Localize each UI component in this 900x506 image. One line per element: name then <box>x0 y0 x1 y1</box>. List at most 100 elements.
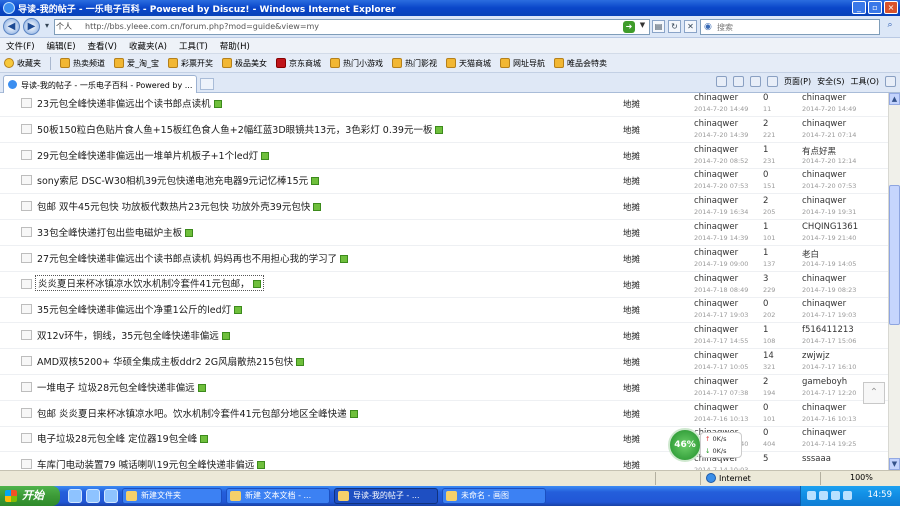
forum-link[interactable]: 地摊 <box>623 304 640 316</box>
close-button[interactable]: × <box>884 1 898 14</box>
taskbar-button-ie[interactable]: 导读-我的帖子 - ... <box>334 488 438 504</box>
forum-link[interactable]: 地摊 <box>623 279 640 291</box>
help-button[interactable] <box>885 76 896 87</box>
scroll-up-icon[interactable]: ▲ <box>889 93 900 105</box>
menu-edit[interactable]: 编辑(E) <box>47 40 76 52</box>
last-post-date[interactable]: 2014-7-17 15:06 <box>802 337 856 345</box>
author-link[interactable]: chinaqwer <box>694 119 738 129</box>
taskbar-button-paint[interactable]: 未命名 - 画图 <box>442 488 546 504</box>
author-link[interactable]: chinaqwer <box>694 299 738 309</box>
fav-item[interactable]: 热卖频道 <box>60 58 105 69</box>
thread-title-link[interactable]: 23元包全峰快递非偏远出个读书郎点读机 <box>37 96 222 110</box>
history-dropdown-icon[interactable]: ▾ <box>42 20 52 33</box>
zoom-level[interactable]: 100% <box>850 473 873 482</box>
forum-link[interactable]: 地摊 <box>623 408 640 420</box>
address-url[interactable]: http://bbs.yleee.com.cn/forum.php?mod=gu… <box>85 22 319 31</box>
search-icon[interactable]: ⌕ <box>883 20 897 34</box>
speed-gauge[interactable]: 46% <box>668 428 702 462</box>
last-poster-link[interactable]: chinaqwer <box>802 299 846 309</box>
thread-title-link[interactable]: 29元包全峰快递非偏远出一堆单片机板子+1个led灯 <box>37 148 270 162</box>
last-poster-link[interactable]: sssaaa <box>802 454 831 464</box>
last-post-date[interactable]: 2014-7-21 07:14 <box>802 131 856 139</box>
page-menu[interactable]: 页面(P) <box>784 76 811 87</box>
table-row[interactable]: sony索尼 DSC-W30相机39元包快递电池充电器9元记忆棒15元 地摊 chi… <box>0 168 888 195</box>
forum-link[interactable]: 地摊 <box>623 382 640 394</box>
fav-item[interactable]: 网址导航 <box>500 58 545 69</box>
forum-link[interactable]: 地摊 <box>623 175 640 187</box>
thread-title-link[interactable]: AMD双核5200+ 华硕全集成主板ddr2 2G风扇散热215包快 <box>37 354 305 368</box>
fav-item[interactable]: 天猫商城 <box>446 58 491 69</box>
new-tab-button[interactable] <box>200 78 214 90</box>
thread-title-link[interactable]: 27元包全峰快递非偏远出个读书郎点读机 妈妈再也不用担心我的学习了 <box>37 251 349 265</box>
desktop-quicklaunch-icon[interactable] <box>104 489 118 503</box>
forum-link[interactable]: 地摊 <box>623 253 640 265</box>
safety-menu[interactable]: 安全(S) <box>817 76 844 87</box>
table-row[interactable]: 50板150粒白色贴片食人鱼+15板红色食人鱼+2幅红蓝3D眼镜共13元，3色彩… <box>0 117 888 143</box>
last-poster-link[interactable]: zwjwjz <box>802 351 830 361</box>
forum-link[interactable]: 地摊 <box>623 150 640 162</box>
stop-icon[interactable]: ✕ <box>684 20 697 33</box>
table-row[interactable]: 电子垃圾28元包全峰 定位器19包全峰地摊chinaqwer2014-7-16 … <box>0 426 888 453</box>
author-link[interactable]: chinaqwer <box>694 403 738 413</box>
go-icon[interactable]: ➜ <box>623 21 635 33</box>
table-row[interactable]: AMD双核5200+ 华硕全集成主板ddr2 2G风扇散热215包快 地摊 chin… <box>0 349 888 375</box>
table-row[interactable]: 29元包全峰快递非偏远出一堆单片机板子+1个led灯 地摊 chinaqwer 201… <box>0 143 888 169</box>
menu-help[interactable]: 帮助(H) <box>220 40 250 52</box>
last-poster-link[interactable]: chinaqwer <box>802 119 846 129</box>
last-poster-link[interactable]: chinaqwer <box>802 170 846 180</box>
last-post-date[interactable]: 2014-7-14 19:25 <box>802 440 856 448</box>
last-post-date[interactable]: 2014-7-17 12:20 <box>802 389 856 397</box>
print-button[interactable] <box>767 76 779 87</box>
menu-view[interactable]: 查看(V) <box>88 40 117 52</box>
fav-item[interactable]: 唯品会特卖 <box>554 58 607 69</box>
menu-tools[interactable]: 工具(T) <box>179 40 208 52</box>
fav-item[interactable]: 热门小游戏 <box>330 58 383 69</box>
last-poster-link[interactable]: chinaqwer <box>802 403 846 413</box>
last-poster-link[interactable]: 老白 <box>802 248 819 260</box>
table-row[interactable]: 双12v环牛，铜线，35元包全峰快递非偏远 地摊 chinaqwer 2014-7-1… <box>0 323 888 350</box>
fav-item[interactable]: 京东商城 <box>276 58 321 69</box>
author-link[interactable]: chinaqwer <box>694 377 738 387</box>
forum-link[interactable]: 地摊 <box>623 459 640 470</box>
last-poster-link[interactable]: CHQING1361 <box>802 222 858 232</box>
feeds-button[interactable] <box>733 76 745 87</box>
maximize-button[interactable]: ▫ <box>868 1 882 14</box>
address-bar[interactable]: 个人 http://bbs.yleee.com.cn/forum.php?mod… <box>54 19 650 35</box>
thread-title-link[interactable]: 炎炎夏日来杯冰镇凉水饮水机制冷套件41元包邮， <box>35 274 264 291</box>
tab-active[interactable]: 导读-我的帖子 - 一乐电子百科 - Powered by ... <box>3 75 197 93</box>
forum-link[interactable]: 地摊 <box>623 330 640 342</box>
network-icon[interactable] <box>843 491 852 500</box>
last-post-date[interactable]: 2014-7-19 14:05 <box>802 260 856 268</box>
author-link[interactable]: chinaqwer <box>694 274 738 284</box>
forum-link[interactable]: 地摊 <box>623 98 640 110</box>
back-button[interactable]: ◀ <box>3 18 20 35</box>
last-poster-link[interactable]: gameboyh <box>802 377 847 387</box>
last-post-date[interactable]: 2014-7-19 08:23 <box>802 286 856 294</box>
forum-link[interactable]: 地摊 <box>623 356 640 368</box>
table-row[interactable]: 33包全峰快递打包出些电磁炉主板 地摊 chinaqwer 2014-7-19 14:… <box>0 220 888 246</box>
tray-icon[interactable] <box>807 491 816 500</box>
last-post-date[interactable]: 2014-7-20 14:49 <box>802 105 856 113</box>
thread-title-link[interactable]: 35元包全峰快递非偏远出个净重1公斤的led灯 <box>37 302 243 316</box>
vertical-scrollbar[interactable]: ▲ ▼ <box>888 93 900 470</box>
last-poster-link[interactable]: chinaqwer <box>802 428 846 438</box>
table-row[interactable]: 27元包全峰快递非偏远出个读书郎点读机 妈妈再也不用担心我的学习了 地摊 china… <box>0 246 888 272</box>
app-quicklaunch-icon[interactable] <box>86 489 100 503</box>
tools-menu[interactable]: 工具(O) <box>850 76 879 87</box>
last-post-date[interactable]: 2014-7-20 12:14 <box>802 157 856 165</box>
menu-favorites[interactable]: 收藏夹(A) <box>129 40 167 52</box>
thread-title-link[interactable]: 双12v环牛，铜线，35元包全峰快递非偏远 <box>37 328 230 342</box>
table-row[interactable]: 一堆电子 垃圾28元包全峰快递非偏远 地摊 chinaqwer 2014-7-17 0… <box>0 375 888 401</box>
mail-button[interactable] <box>750 76 762 87</box>
fav-item[interactable]: 极品美女 <box>222 58 267 69</box>
thread-title-link[interactable]: sony索尼 DSC-W30相机39元包快递电池充电器9元记忆棒15元 <box>37 173 320 187</box>
thread-title-link[interactable]: 50板150粒白色贴片食人鱼+15板红色食人鱼+2幅红蓝3D眼镜共13元，3色彩… <box>37 122 444 136</box>
forum-link[interactable]: 地摊 <box>623 227 640 239</box>
last-poster-link[interactable]: 有点好黑 <box>802 145 836 157</box>
volume-icon[interactable] <box>831 491 840 500</box>
tray-icon[interactable] <box>819 491 828 500</box>
author-link[interactable]: chinaqwer <box>694 351 738 361</box>
last-post-date[interactable]: 2014-7-19 19:31 <box>802 208 856 216</box>
security-zone[interactable]: Internet <box>706 473 751 483</box>
forum-link[interactable]: 地摊 <box>623 433 640 445</box>
